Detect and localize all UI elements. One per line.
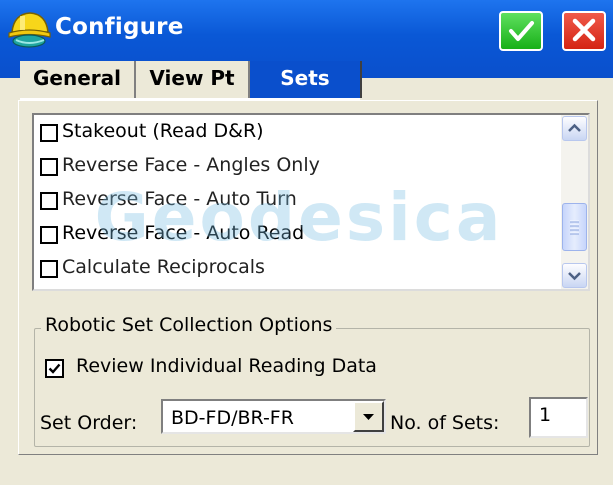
review-checkbox[interactable] <box>45 359 64 378</box>
num-sets-input[interactable]: 1 <box>529 397 588 438</box>
set-order-label: Set Order: <box>40 412 138 434</box>
scroll-down-button[interactable] <box>562 263 587 288</box>
list-item-stakeout[interactable]: Stakeout (Read D&R) <box>40 117 560 151</box>
list-item-label: Reverse Face - Auto Read <box>62 222 305 244</box>
checkbox[interactable] <box>40 226 58 244</box>
chevron-up-icon <box>568 123 581 132</box>
window-title: Configure <box>55 14 184 40</box>
scroll-thumb[interactable] <box>562 203 587 251</box>
list-item-reverse-angles[interactable]: Reverse Face - Angles Only <box>40 151 560 185</box>
dropdown-button[interactable] <box>353 401 384 432</box>
dropdown-arrow-icon <box>363 414 374 420</box>
options-list[interactable]: Stakeout (Read D&R) Reverse Face - Angle… <box>32 113 590 291</box>
group-title: Robotic Set Collection Options <box>41 314 337 336</box>
checkmark-icon <box>509 21 534 41</box>
hardhat-app-icon <box>6 6 52 52</box>
list-item-label: Stakeout (Read D&R) <box>62 120 264 142</box>
tab-sets[interactable]: Sets <box>250 61 362 98</box>
grip-icon <box>570 220 579 235</box>
close-button[interactable] <box>562 11 606 51</box>
tab-general[interactable]: General <box>20 61 136 98</box>
chevron-down-icon <box>568 272 581 281</box>
checkbox[interactable] <box>40 192 58 210</box>
list-item-reverse-auto-read[interactable]: Reverse Face - Auto Read <box>40 219 560 253</box>
set-order-value: BD-FD/BR-FR <box>171 407 294 429</box>
list-item-reverse-auto-turn[interactable]: Reverse Face - Auto Turn <box>40 185 560 219</box>
list-item-label: Reverse Face - Angles Only <box>62 154 320 176</box>
review-label[interactable]: Review Individual Reading Data <box>76 355 377 377</box>
close-icon <box>572 18 596 42</box>
list-item-calc-reciprocals[interactable]: Calculate Reciprocals <box>40 253 560 287</box>
num-sets-label: No. of Sets: <box>390 412 500 434</box>
check-icon <box>48 363 61 374</box>
checkbox[interactable] <box>40 124 58 142</box>
checkbox[interactable] <box>40 260 58 278</box>
list-item-label: Calculate Reciprocals <box>62 256 265 278</box>
list-item-label: Reverse Face - Auto Turn <box>62 188 297 210</box>
vertical-scrollbar[interactable] <box>561 115 588 289</box>
set-order-dropdown[interactable]: BD-FD/BR-FR <box>161 399 386 434</box>
checkbox[interactable] <box>40 158 58 176</box>
ok-button[interactable] <box>499 11 543 51</box>
scroll-up-button[interactable] <box>562 116 587 141</box>
tab-view-pt[interactable]: View Pt <box>136 61 250 98</box>
